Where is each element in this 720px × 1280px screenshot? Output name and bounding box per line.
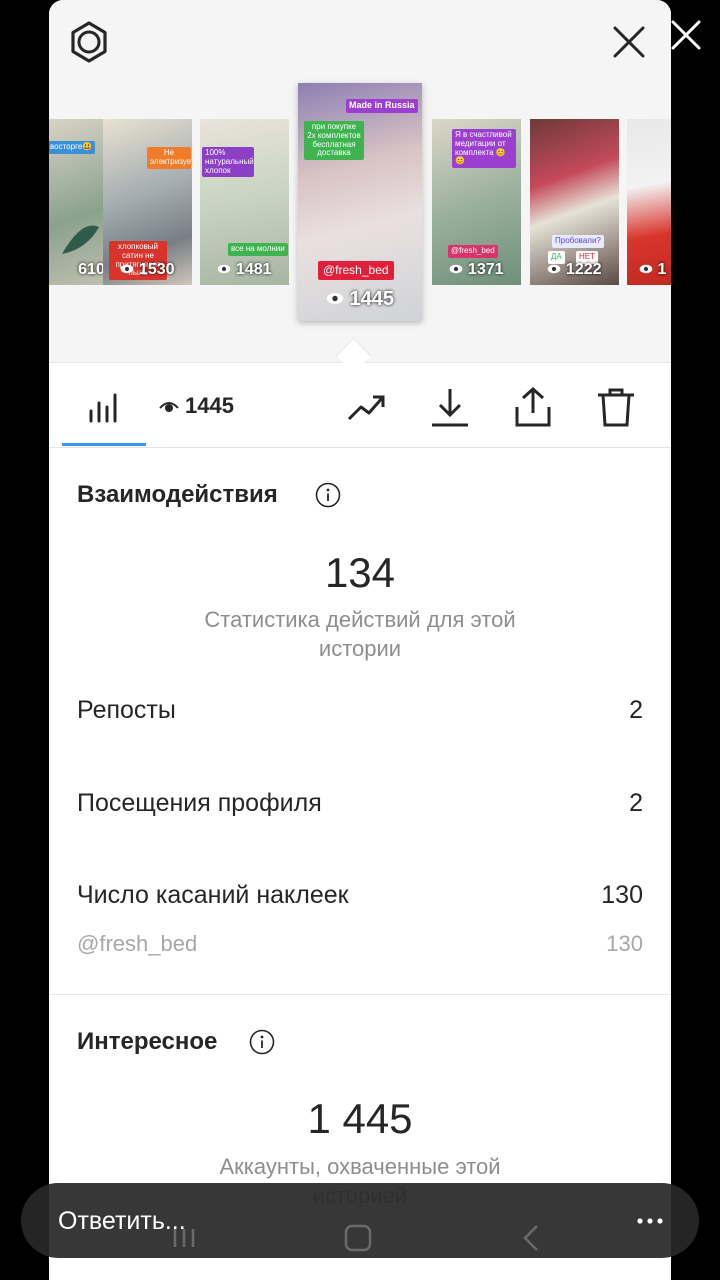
story-view-count: 1481 (200, 261, 289, 279)
reach-total: 1 445 (307, 1095, 413, 1142)
close-icon[interactable] (609, 22, 649, 62)
story-mention-sticker: @fresh_bed (318, 261, 394, 281)
story-thumbnail[interactable]: 1 (627, 119, 671, 285)
recent-apps-icon[interactable] (169, 1227, 199, 1249)
back-icon[interactable] (521, 1223, 541, 1253)
story-view-count-value: 1 (657, 261, 667, 278)
eye-icon (121, 264, 134, 274)
story-view-count-value: 1222 (565, 261, 602, 278)
story-sticker: Я в счастливой медитации от комплекта 😊😊 (452, 129, 516, 169)
reposts-label: Репосты (77, 696, 176, 724)
eye-icon (159, 402, 179, 413)
story-view-count: 1371 (432, 261, 521, 279)
story-view-count: 1 (639, 261, 671, 279)
trending-icon[interactable] (345, 385, 389, 429)
story-view-count: 1445 (298, 288, 422, 311)
active-tab-indicator (62, 443, 146, 446)
reply-bar[interactable]: Ответить... (21, 1183, 699, 1258)
views-count: 1445 (159, 393, 234, 419)
settings-gear-icon[interactable] (67, 20, 111, 64)
insights-toolbar: 1445 (49, 363, 671, 448)
more-options-icon[interactable] (637, 1218, 663, 1224)
sticker-mention-value: 130 (606, 931, 643, 956)
stories-strip: восторге😃 610 Не электризуется хлопковый… (49, 0, 671, 363)
story-sticker: все на молнии (228, 243, 288, 256)
story-view-count-value: 1530 (138, 261, 175, 278)
bar-chart-icon[interactable] (83, 385, 127, 429)
eye-icon (639, 264, 653, 274)
story-sticker: 100% натуральный хлопок (202, 147, 254, 178)
story-mention-sticker: @fresh_bed (448, 245, 498, 258)
story-view-count-value: 1371 (467, 261, 504, 278)
selected-story-thumbnail[interactable]: Made in Russia при покупке 2х комплектов… (298, 83, 422, 321)
interactions-title: Взаимодействия (77, 481, 278, 508)
views-count-value: 1445 (185, 393, 234, 418)
download-icon[interactable] (428, 385, 472, 429)
story-thumbnail[interactable]: 100% натуральный хлопок все на молнии 14… (200, 119, 289, 285)
share-icon[interactable] (511, 385, 555, 429)
reply-input[interactable]: Ответить... (58, 1207, 186, 1236)
info-icon[interactable] (315, 482, 341, 508)
story-thumbnail[interactable]: Я в счастливой медитации от комплекта 😊😊… (432, 119, 521, 285)
profile-visits-value: 2 (629, 789, 643, 817)
story-view-count: 1222 (530, 261, 619, 279)
profile-visits-label: Посещения профиля (77, 789, 322, 817)
story-sticker: Made in Russia (346, 99, 418, 113)
story-thumbnail[interactable]: Не электризуется хлопковый сатин не прит… (103, 119, 192, 285)
sticker-taps-label: Число касаний наклеек (77, 881, 349, 909)
home-icon[interactable] (343, 1223, 373, 1253)
story-sticker: Не электризуется (147, 147, 192, 169)
eye-icon (548, 264, 561, 274)
section-divider (49, 994, 671, 995)
story-sticker: восторге😃 (49, 141, 96, 154)
story-sticker: при покупке 2х комплектов бесплатная дос… (304, 121, 364, 161)
story-view-count-value: 1445 (349, 288, 395, 310)
info-icon[interactable] (249, 1029, 275, 1055)
sticker-mention-label[interactable]: @fresh_bed (77, 931, 197, 957)
story-insights-panel: восторге😃 610 Не электризуется хлопковый… (49, 0, 671, 1280)
story-view-count: 1530 (103, 261, 192, 279)
eye-icon (450, 264, 463, 274)
story-view-count-value: 1481 (235, 261, 272, 278)
eye-icon (326, 293, 344, 304)
story-thumbnail[interactable]: Пробовали? ДА НЕТ 1222 (530, 119, 619, 285)
leaf-pattern (62, 225, 99, 254)
close-story-icon[interactable] (667, 16, 705, 54)
story-sticker: Пробовали? (552, 235, 604, 248)
trash-icon[interactable] (594, 385, 638, 429)
sticker-taps-value: 130 (601, 881, 643, 909)
reposts-value: 2 (629, 696, 643, 724)
discovery-title: Интересное (77, 1028, 218, 1055)
eye-icon (218, 264, 231, 274)
interactions-total: 134 (324, 549, 396, 596)
interactions-description: Статистика действий для этой истории (204, 607, 516, 661)
